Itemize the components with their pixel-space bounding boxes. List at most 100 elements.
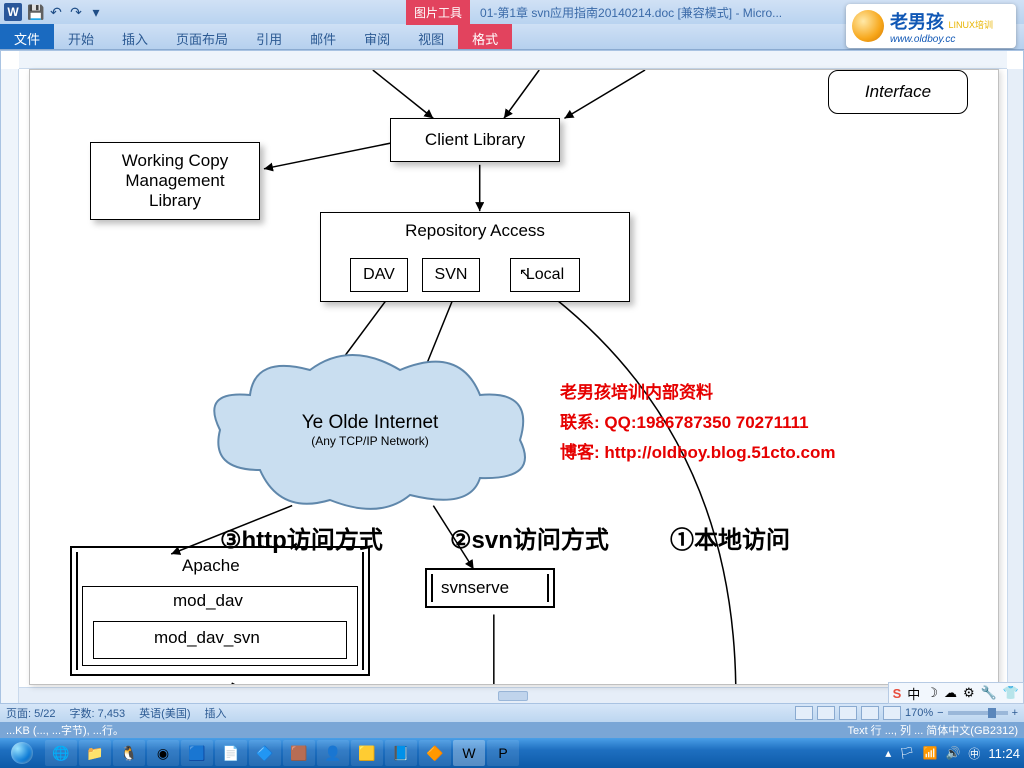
ime-toolbar[interactable]: S 中 ☽ ☁ ⚙ 🔧 👕 [888,682,1024,704]
tray-ime-icon[interactable]: ㊥ [968,745,980,762]
bg-status-left: ...KB (..., ...字节), ...行。 [6,722,124,738]
tab-insert[interactable]: 插入 [108,24,162,49]
cursor-icon: ↖ [519,265,531,282]
taskbar-app4-icon[interactable]: 👤 [317,740,349,766]
box-client-library: Client Library [390,118,560,162]
red-info-block: 老男孩培训内部资料 联系: QQ:1986787350 70271111 博客:… [560,378,835,468]
system-tray[interactable]: ▴ 🏳 📶 🔊 ㊥ 11:24 [885,745,1024,762]
horizontal-ruler[interactable] [19,51,1007,69]
red-info-line1: 老男孩培训内部资料 [560,378,835,408]
vertical-scrollbar[interactable] [1007,69,1023,703]
logo-url: www.oldboy.cc [890,34,993,45]
zoom-slider[interactable] [948,711,1008,715]
box-local: Local ↖ [510,258,580,292]
qat-dropdown-icon[interactable]: ▾ [86,2,106,22]
ime-moon-icon[interactable]: ☽ [926,685,938,701]
view-draft-icon[interactable] [883,706,901,720]
windows-orb-icon [11,742,33,764]
svn-architecture-diagram: Interface Client Library Working Copy Ma… [30,70,998,684]
taskbar-word-icon[interactable]: W [453,740,485,766]
logo-ball-icon [852,10,884,42]
tray-volume-icon[interactable]: 🔊 [945,746,960,760]
annotation-local: ①本地访问 [670,520,790,555]
box-svn: SVN [422,258,480,292]
tab-mailings[interactable]: 邮件 [296,24,350,49]
status-page[interactable]: 页面: 5/22 [6,705,56,721]
tab-layout[interactable]: 页面布局 [162,24,242,49]
document-area: Interface Client Library Working Copy Ma… [0,50,1024,704]
red-info-line3: 博客: http://oldboy.blog.51cto.com [560,438,835,468]
document-page[interactable]: Interface Client Library Working Copy Ma… [29,69,999,685]
ime-gear-icon[interactable]: ⚙ [963,685,975,701]
taskbar-app3-icon[interactable]: 🟫 [283,740,315,766]
status-bar: 页面: 5/22 字数: 7,453 英语(美国) 插入 170% − + [0,704,1024,722]
logo-sub: LINUX培训 [948,20,993,30]
ime-s-icon[interactable]: S [893,686,902,701]
tray-clock[interactable]: 11:24 [988,746,1020,761]
cloud-title: Ye Olde Internet [200,412,540,434]
horizontal-scrollbar[interactable] [19,687,1007,703]
ime-skin-icon[interactable]: 👕 [1003,685,1019,701]
view-fullscreen-icon[interactable] [817,706,835,720]
box-working-copy-lib: Working Copy Management Library [90,142,260,220]
box-dav: DAV [350,258,408,292]
apache-label: Apache [182,556,240,576]
taskbar-app1-icon[interactable]: 🟦 [181,740,213,766]
zoom-out-icon[interactable]: − [937,707,943,719]
taskbar-app6-icon[interactable]: 📘 [385,740,417,766]
ime-wrench-icon[interactable]: 🔧 [981,685,997,701]
ime-cloud-icon[interactable]: ☁ [944,685,957,701]
tab-review[interactable]: 审阅 [350,24,404,49]
tab-view[interactable]: 视图 [404,24,458,49]
view-print-layout-icon[interactable] [795,706,813,720]
taskbar-qq-icon[interactable]: 🐧 [113,740,145,766]
taskbar-app5-icon[interactable]: 🟨 [351,740,383,766]
vertical-ruler[interactable] [1,69,19,703]
tray-expand-icon[interactable]: ▴ [885,746,891,760]
annotation-svn: ②svn访问方式 [450,520,609,555]
contextual-tab-label: 图片工具 [406,0,470,25]
tab-file[interactable]: 文件 [0,24,54,49]
taskbar-app2-icon[interactable]: 🔷 [249,740,281,766]
start-button[interactable] [0,738,44,768]
box-mod-dav-svn: mod_dav_svn [93,621,347,659]
taskbar-explorer-icon[interactable]: 📁 [79,740,111,766]
box-local-label: Local [526,266,564,284]
cloud-subtitle: (Any TCP/IP Network) [200,434,540,448]
status-language[interactable]: 英语(美国) [139,705,190,721]
taskbar-ppt-icon[interactable]: P [487,740,519,766]
red-info-line2: 联系: QQ:1986787350 70271111 [560,408,835,438]
tab-home[interactable]: 开始 [54,24,108,49]
view-outline-icon[interactable] [861,706,879,720]
taskbar-app7-icon[interactable]: 🔶 [419,740,451,766]
zoom-level[interactable]: 170% [905,707,933,719]
undo-icon[interactable]: ↶ [46,2,66,22]
scrollbar-thumb[interactable] [498,691,528,701]
view-web-icon[interactable] [839,706,857,720]
box-apache: Apache mod_dav mod_dav_svn [70,546,370,676]
taskbar-chrome-icon[interactable]: ◉ [147,740,179,766]
zoom-in-icon[interactable]: + [1012,707,1018,719]
document-title: 01-第1章 svn应用指南20140214.doc [兼容模式] - Micr… [470,4,782,21]
watermark-logo: 老男孩 LINUX培训 www.oldboy.cc [846,4,1016,48]
box-svnserve: svnserve [425,568,555,608]
box-interface: Interface [828,70,968,114]
tray-network-icon[interactable]: 📶 [923,746,938,760]
background-app-statusbar: ...KB (..., ...字节), ...行。 Text 行 ..., 列 … [0,722,1024,738]
save-icon[interactable]: 💾 [26,2,46,22]
tray-flag-icon[interactable]: 🏳 [899,746,914,760]
ime-zhong[interactable]: 中 [907,684,920,703]
redo-icon[interactable]: ↷ [66,2,86,22]
svnserve-label: svnserve [441,578,509,598]
taskbar-notepad-icon[interactable]: 📄 [215,740,247,766]
status-words[interactable]: 字数: 7,453 [70,705,126,721]
tab-references[interactable]: 引用 [242,24,296,49]
bg-status-right: Text 行 ..., 列 ... 简体中文(GB2312) [847,722,1018,738]
word-app-icon: W [4,3,22,21]
status-insert-mode[interactable]: 插入 [205,705,227,721]
mod-dav-svn-label: mod_dav_svn [154,628,260,648]
logo-brand: 老男孩 [890,12,944,32]
taskbar-ie-icon[interactable]: 🌐 [45,740,77,766]
tab-format[interactable]: 格式 [458,24,512,49]
windows-taskbar[interactable]: 🌐 📁 🐧 ◉ 🟦 📄 🔷 🟫 👤 🟨 📘 🔶 W P ▴ 🏳 📶 🔊 ㊥ 11… [0,738,1024,768]
